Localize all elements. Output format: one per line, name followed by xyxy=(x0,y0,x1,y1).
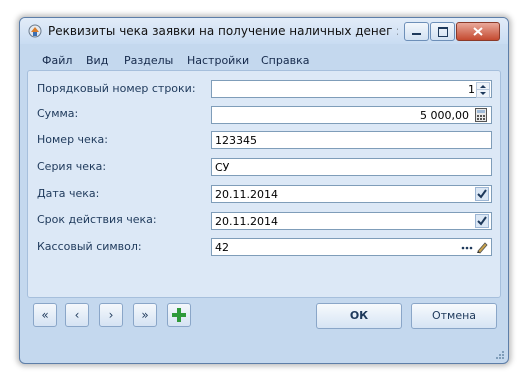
maximize-button[interactable] xyxy=(430,22,455,41)
arrow-down-icon xyxy=(480,92,486,95)
menu-sections[interactable]: Разделы xyxy=(124,54,173,67)
chevron-right-icon: › xyxy=(108,308,114,322)
pencil-icon[interactable] xyxy=(475,240,489,254)
cash-symbol-value: 42 xyxy=(215,241,229,254)
add-record-button[interactable] xyxy=(167,303,191,327)
chevron-left-icon: ‹ xyxy=(74,308,80,322)
ok-button[interactable]: ОК xyxy=(316,303,402,329)
checkmark-icon[interactable] xyxy=(475,187,489,201)
checkmark-icon[interactable] xyxy=(475,214,489,228)
last-record-button[interactable]: » xyxy=(133,303,157,327)
amount-value: 5 000,00 xyxy=(420,109,469,122)
close-icon xyxy=(473,27,483,36)
close-button[interactable] xyxy=(456,22,500,41)
menu-bar: Файл Вид Разделы Настройки Справка xyxy=(20,44,508,68)
check-series-value: СУ xyxy=(215,161,230,174)
double-chevron-right-icon: » xyxy=(141,308,149,322)
title-bar[interactable]: Реквизиты чека заявки на получение налич… xyxy=(20,18,508,44)
check-date-value: 20.11.2014 xyxy=(215,188,278,201)
menu-settings[interactable]: Настройки xyxy=(187,54,249,67)
amount-label: Сумма: xyxy=(37,107,79,120)
minimize-button[interactable] xyxy=(404,22,429,41)
row-number-label: Порядковый номер строки: xyxy=(37,82,196,95)
calculator-icon[interactable] xyxy=(475,108,487,122)
plus-icon xyxy=(172,308,186,322)
double-chevron-left-icon: « xyxy=(41,308,49,322)
cash-symbol-label: Кассовый символ: xyxy=(37,240,142,253)
spin-down-button[interactable] xyxy=(476,89,490,98)
menu-view[interactable]: Вид xyxy=(86,54,108,67)
check-date-label: Дата чека: xyxy=(37,187,100,200)
valid-until-value: 20.11.2014 xyxy=(215,215,278,228)
app-icon xyxy=(28,24,42,38)
valid-until-field[interactable]: 20.11.2014 xyxy=(211,212,492,230)
amount-field[interactable]: 5 000,00 xyxy=(211,106,492,124)
row-number-value: 1 xyxy=(468,83,475,96)
button-bar: « ‹ › » ОК Отмена xyxy=(27,298,499,350)
dialog-window: Реквизиты чека заявки на получение налич… xyxy=(19,17,509,364)
check-number-value: 123345 xyxy=(215,134,257,147)
check-date-field[interactable]: 20.11.2014 xyxy=(211,185,492,203)
check-number-field[interactable]: 123345 xyxy=(211,131,492,149)
resize-grip-icon[interactable] xyxy=(495,350,505,360)
first-record-button[interactable]: « xyxy=(33,303,57,327)
check-series-label: Серия чека: xyxy=(37,160,107,173)
menu-help[interactable]: Справка xyxy=(261,54,309,67)
cancel-button[interactable]: Отмена xyxy=(411,303,497,329)
check-number-label: Номер чека: xyxy=(37,133,108,146)
cash-symbol-field[interactable]: 42 xyxy=(211,238,492,256)
valid-until-label: Срок действия чека: xyxy=(37,213,157,226)
next-record-button[interactable]: › xyxy=(99,303,123,327)
details-form: Порядковый номер строки: 1 Сумма: 5 000,… xyxy=(27,70,501,298)
menu-file[interactable]: Файл xyxy=(42,54,72,67)
ellipsis-icon[interactable] xyxy=(460,240,474,254)
window-title: Реквизиты чека заявки на получение налич… xyxy=(48,24,398,38)
previous-record-button[interactable]: ‹ xyxy=(65,303,89,327)
check-series-field[interactable]: СУ xyxy=(211,158,492,176)
row-number-spinner[interactable]: 1 xyxy=(211,80,492,98)
